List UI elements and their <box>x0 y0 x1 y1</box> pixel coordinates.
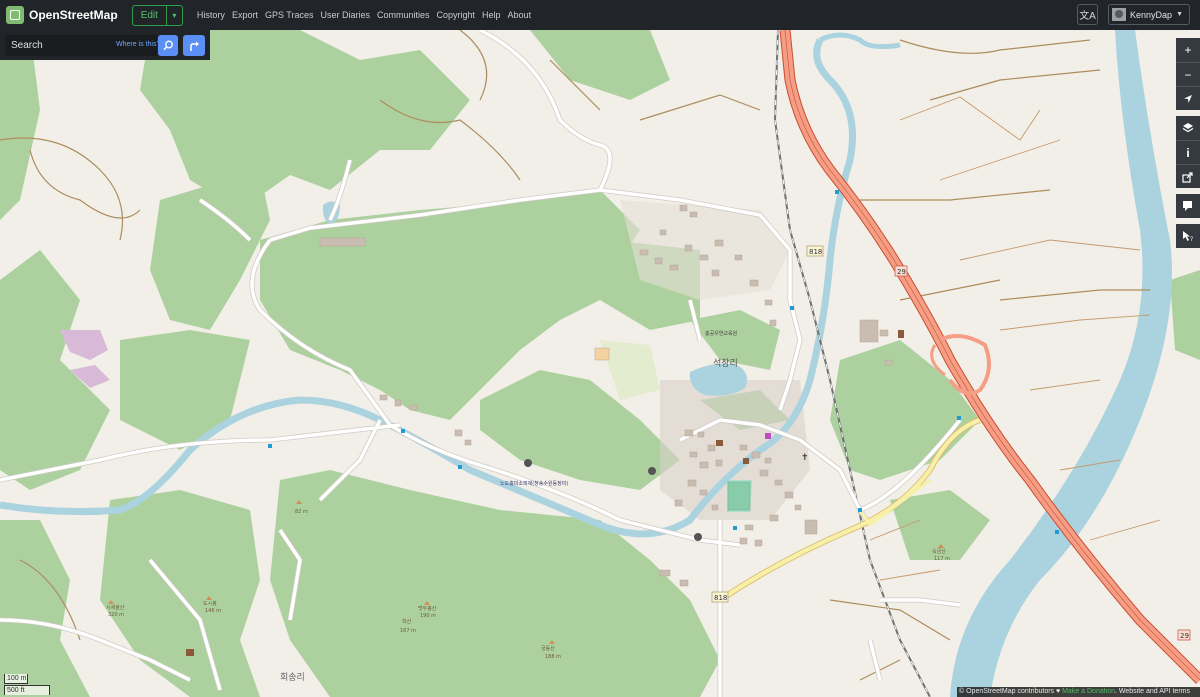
label-village: 석장리 <box>713 358 738 369</box>
scale-bar-metric: 100 m <box>4 674 28 684</box>
shield-29-b: 29 <box>1180 632 1189 640</box>
nav-link-about[interactable]: About <box>508 10 532 20</box>
avatar <box>1112 8 1127 21</box>
edit-dropdown-icon[interactable]: ▾ <box>166 4 183 26</box>
label-peak-hwaeksan-elev: 167 m <box>400 628 416 634</box>
top-navbar: OpenStreetMap Edit ▾ History Export GPS … <box>0 0 1200 30</box>
zoom-in-button[interactable]: + <box>1176 38 1200 62</box>
nav-link-gps-traces[interactable]: GPS Traces <box>265 10 314 20</box>
add-note-button[interactable] <box>1176 194 1200 218</box>
donate-link[interactable]: Make a Donation <box>1062 688 1115 695</box>
nav-link-help[interactable]: Help <box>482 10 501 20</box>
nav-link-export[interactable]: Export <box>232 10 258 20</box>
user-menu-button[interactable]: KennyDap ▼ <box>1108 4 1190 25</box>
nav-link-copyright[interactable]: Copyright <box>437 10 476 20</box>
attribution-copyright-link[interactable]: © OpenStreetMap contributors ♥ <box>959 688 1060 695</box>
edit-button[interactable]: Edit <box>131 4 167 26</box>
map-canvas[interactable]: 석장리 회송리 충공우연교육원 노도홈미소피재(청송수원동정미) 속금산 117… <box>0 0 1200 697</box>
label-peak-gungdong-elev: 188 m <box>545 654 561 660</box>
label-peak-moksan-elev: 190 m <box>420 613 436 619</box>
label-school: 충공우연교육원 <box>705 330 738 337</box>
label-peak-hwaeksan: 학산 <box>402 618 412 625</box>
info-icon: i <box>1186 145 1190 160</box>
nav-link-user-diaries[interactable]: User Diaries <box>320 10 370 20</box>
label-peak-sokgeumsan: 속금산 <box>932 548 946 555</box>
locate-arrow-icon <box>1184 94 1192 103</box>
query-cursor-icon: ? <box>1183 231 1193 242</box>
label-peak-dosibong: 도시봉 <box>203 601 217 607</box>
edit-group: Edit ▾ <box>131 4 183 26</box>
label-hoesong: 회송리 <box>280 672 305 683</box>
osm-logo-icon <box>6 6 24 24</box>
label-peak-moksan: 맷두봉산 <box>418 605 437 612</box>
chevron-down-icon: ▼ <box>1176 11 1183 18</box>
attribution-bar: © OpenStreetMap contributors ♥ Make a Do… <box>957 687 1200 697</box>
search-panel: Search Where is this? <box>0 30 210 60</box>
label-peak-sokgeumsan-elev: 117 m <box>934 556 950 562</box>
nav-link-history[interactable]: History <box>197 10 225 20</box>
layers-icon <box>1182 123 1194 133</box>
svg-text:✝: ✝ <box>801 453 809 463</box>
scale-bar-imperial: 500 ft <box>4 685 50 695</box>
nav-right: 文A KennyDap ▼ <box>1077 4 1190 25</box>
label-peak-sisuksan: 시세울산 <box>106 604 125 611</box>
shield-818-b: 818 <box>714 594 727 602</box>
svg-text:?: ? <box>1190 236 1193 242</box>
label-peak-gungdong: 궁동산 <box>541 645 555 652</box>
label-peak-dosibong-elev: 146 m <box>205 608 221 614</box>
sports-field <box>727 481 751 511</box>
query-features-button[interactable]: ? <box>1176 224 1200 248</box>
locate-button[interactable] <box>1176 86 1200 110</box>
search-icon <box>162 40 173 51</box>
label-dam: 노도홈미소피재(청송수원동정미) <box>500 480 568 487</box>
nav-link-communities[interactable]: Communities <box>377 10 430 20</box>
share-icon <box>1182 171 1193 183</box>
brand-name: OpenStreetMap <box>29 8 118 22</box>
language-icon[interactable]: 文A <box>1077 4 1099 25</box>
plus-icon: + <box>1184 43 1192 57</box>
label-peak-82: 82 m <box>295 509 308 515</box>
map-key-button[interactable]: i <box>1176 140 1200 164</box>
shield-29-a: 29 <box>897 268 906 276</box>
share-button[interactable] <box>1176 164 1200 188</box>
brand[interactable]: OpenStreetMap <box>6 6 118 24</box>
minus-icon: − <box>1184 67 1192 82</box>
zoom-out-button[interactable]: − <box>1176 62 1200 86</box>
add-note-icon <box>1183 201 1192 211</box>
shield-818-a: 818 <box>809 248 822 256</box>
user-name: KennyDap <box>1130 9 1173 20</box>
directions-icon <box>190 41 199 51</box>
terms-link[interactable]: . Website and API terms <box>1115 688 1190 695</box>
label-peak-sisuksan-elev: 320 m <box>108 612 124 618</box>
search-button[interactable] <box>158 35 178 56</box>
where-is-this-link[interactable]: Where is this? <box>116 41 160 48</box>
layers-button[interactable] <box>1176 116 1200 140</box>
nav-links: History Export GPS Traces User Diaries C… <box>197 10 538 20</box>
directions-button[interactable] <box>183 35 205 56</box>
